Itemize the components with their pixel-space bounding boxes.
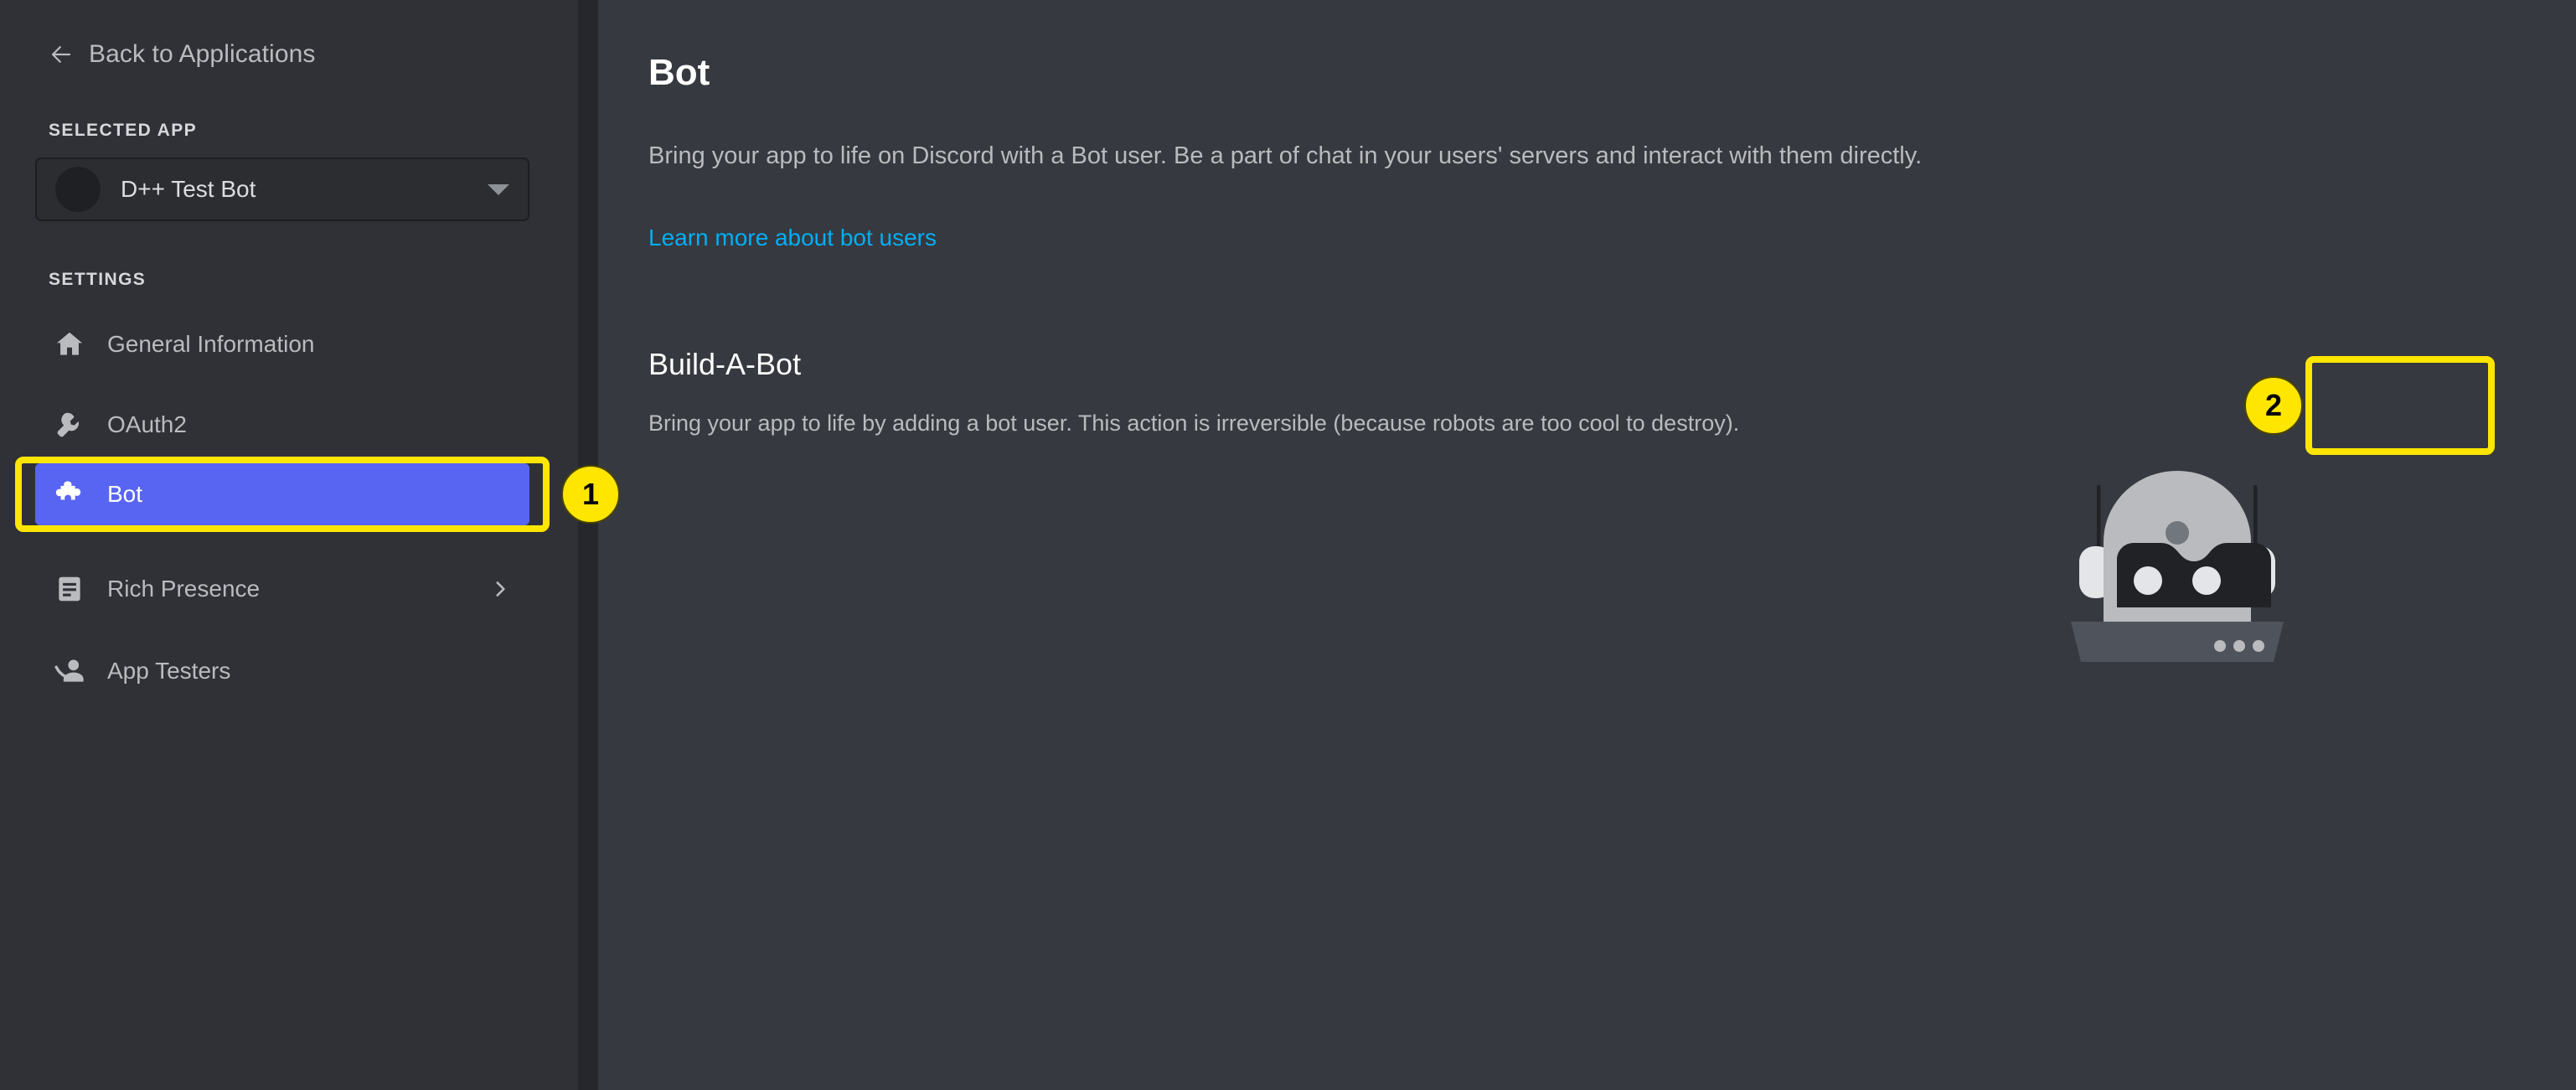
back-to-applications-label: Back to Applications (89, 40, 316, 68)
wrench-icon (57, 412, 79, 437)
sidebar-item-bot[interactable]: Bot (35, 463, 529, 525)
puzzle-piece-icon (55, 481, 81, 500)
back-to-applications-link[interactable]: Back to Applications (49, 40, 316, 69)
sidebar-item-oauth2[interactable]: OAuth2 (35, 394, 529, 456)
learn-more-link[interactable]: Learn more about bot users (648, 225, 937, 251)
settings-heading: SETTINGS (49, 270, 147, 289)
user-add-icon (54, 659, 84, 682)
sidebar-item-rich-presence[interactable]: Rich Presence (35, 558, 529, 620)
sidebar-item-label: OAuth2 (107, 411, 187, 437)
sidebar-item-label: App Testers (107, 658, 231, 684)
sidebar-item-label: Rich Presence (107, 576, 261, 602)
sidebar-item-label: General Information (107, 331, 315, 357)
arrow-left-icon (51, 46, 71, 63)
build-a-bot-description: Bring your app to life by adding a bot u… (648, 411, 1740, 436)
page-description: Bring your app to life on Discord with a… (648, 142, 1923, 169)
selected-app-heading: SELECTED APP (49, 121, 198, 140)
sidebar-item-general-information[interactable]: General Information (35, 313, 529, 375)
document-icon (59, 576, 80, 602)
avatar (55, 167, 101, 212)
sidebar-item-app-testers[interactable]: App Testers (35, 640, 529, 702)
sidebar: Back to Applications SELECTED APP D++ Te… (0, 0, 578, 1090)
page-title: Bot (648, 52, 710, 93)
app-selector-dropdown[interactable]: D++ Test Bot (35, 158, 529, 221)
sidebar-item-label: Bot (107, 481, 143, 507)
build-a-bot-heading: Build-A-Bot (648, 347, 802, 381)
selected-app-name: D++ Test Bot (121, 176, 256, 202)
robot-mascot-icon (2071, 471, 2284, 662)
chevron-right-icon (496, 581, 505, 597)
main-content: Bot Bring your app to life on Discord wi… (598, 0, 2576, 1090)
sidebar-divider (578, 0, 598, 1090)
home-icon (56, 332, 83, 355)
chevron-down-icon (488, 183, 509, 195)
